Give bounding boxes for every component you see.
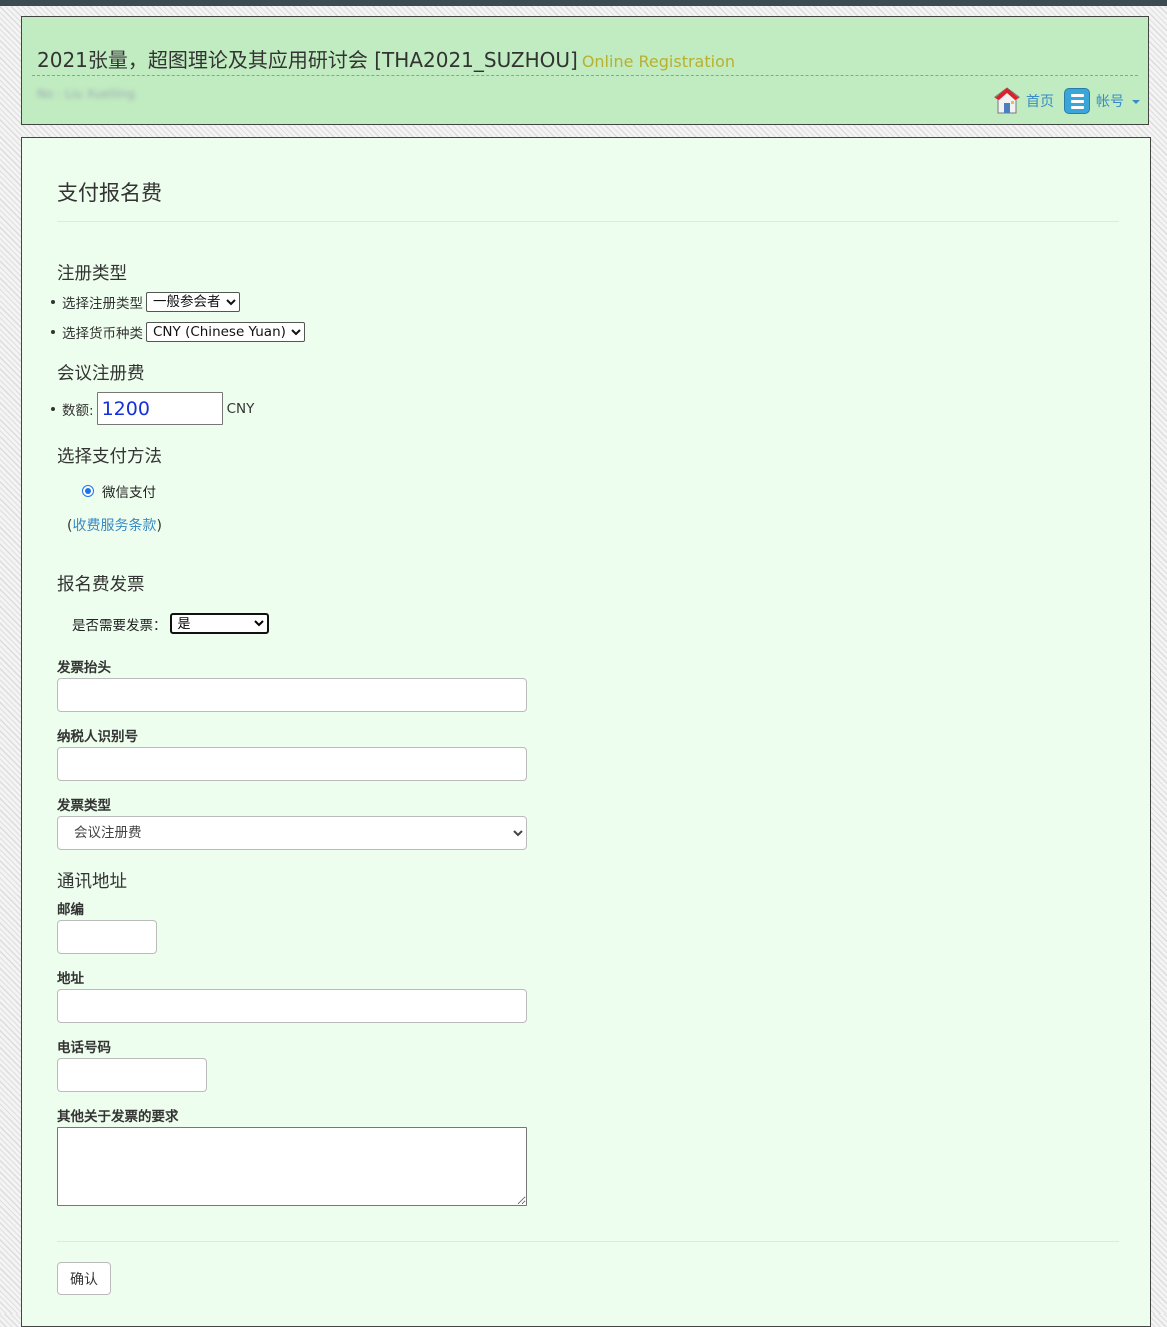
- confirm-button[interactable]: 确认: [57, 1262, 111, 1295]
- payment-heading: 选择支付方法: [57, 447, 162, 467]
- payment-method-option[interactable]: 微信支付: [82, 481, 156, 501]
- invoice-need-label: 是否需要发票：: [72, 617, 167, 634]
- address-heading: 通讯地址: [57, 872, 127, 892]
- registration-type-select[interactable]: 一般参会者: [146, 292, 240, 312]
- phone-label: 电话号码: [57, 1040, 111, 1056]
- amount-label: 数额:: [62, 402, 94, 419]
- home-label: 首页: [1026, 94, 1054, 110]
- invoice-type-select[interactable]: 会议注册费: [57, 816, 527, 850]
- registration-type-row: 选择注册类型 一般参会者: [51, 292, 240, 312]
- fee-heading: 会议注册费: [57, 364, 145, 384]
- account-label: 帐号: [1096, 94, 1124, 110]
- home-icon: [994, 87, 1020, 114]
- payment-panel: 支付报名费 注册类型 选择注册类型 一般参会者 选择货币种类 CNY (Chin…: [21, 137, 1151, 1327]
- terms-link[interactable]: 收费服务条款: [72, 518, 156, 534]
- currency-label: 选择货币种类: [62, 326, 143, 342]
- invoice-title-label: 发票抬头: [57, 660, 111, 676]
- address-label: 地址: [57, 971, 84, 987]
- account-menu[interactable]: 帐号: [1064, 88, 1140, 114]
- phone-input[interactable]: [57, 1058, 207, 1092]
- home-link[interactable]: 首页: [994, 87, 1054, 115]
- invoice-heading: 报名费发票: [57, 575, 145, 595]
- registration-heading: 注册类型: [57, 264, 127, 284]
- header-nav: 首页 帐号: [994, 87, 1140, 115]
- currency-select[interactable]: CNY (Chinese Yuan): [146, 322, 305, 342]
- tax-id-input[interactable]: [57, 747, 527, 781]
- wechat-radio[interactable]: [82, 485, 94, 497]
- conference-title: 2021张量，超图理论及其应用研讨会 [THA2021_SUZHOU] Onlin…: [37, 48, 735, 72]
- amount-input[interactable]: [96, 392, 223, 425]
- amount-row: 数额: CNY: [51, 392, 254, 425]
- menu-icon: [1064, 88, 1090, 114]
- site-header: 2021张量，超图理论及其应用研讨会 [THA2021_SUZHOU] Onlin…: [21, 16, 1149, 125]
- footer-divider: [57, 1241, 1119, 1242]
- address-input[interactable]: [57, 989, 527, 1023]
- header-divider: [32, 75, 1138, 76]
- invoice-type-label: 发票类型: [57, 798, 111, 814]
- other-requirements-textarea[interactable]: [57, 1127, 527, 1206]
- tax-id-label: 纳税人识别号: [57, 729, 138, 745]
- title-divider: [57, 221, 1119, 222]
- invoice-title-input[interactable]: [57, 678, 527, 712]
- postcode-label: 邮编: [57, 902, 84, 918]
- other-requirements-label: 其他关于发票的要求: [57, 1109, 179, 1125]
- registration-type-label: 选择注册类型: [62, 296, 143, 312]
- user-info: No : Liu Xueliing: [37, 87, 135, 101]
- invoice-need-row: 是否需要发票： 是: [72, 613, 269, 634]
- caret-down-icon: [1132, 100, 1140, 104]
- amount-unit: CNY: [226, 400, 255, 417]
- terms-row: (收费服务条款): [67, 518, 162, 534]
- page-title: 支付报名费: [57, 181, 162, 205]
- top-bar: [0, 0, 1167, 6]
- postcode-input[interactable]: [57, 920, 157, 954]
- currency-row: 选择货币种类 CNY (Chinese Yuan): [51, 322, 305, 342]
- wechat-label: 微信支付: [102, 485, 156, 501]
- registration-subtitle: Online Registration: [581, 52, 735, 71]
- invoice-need-select[interactable]: 是: [169, 613, 269, 634]
